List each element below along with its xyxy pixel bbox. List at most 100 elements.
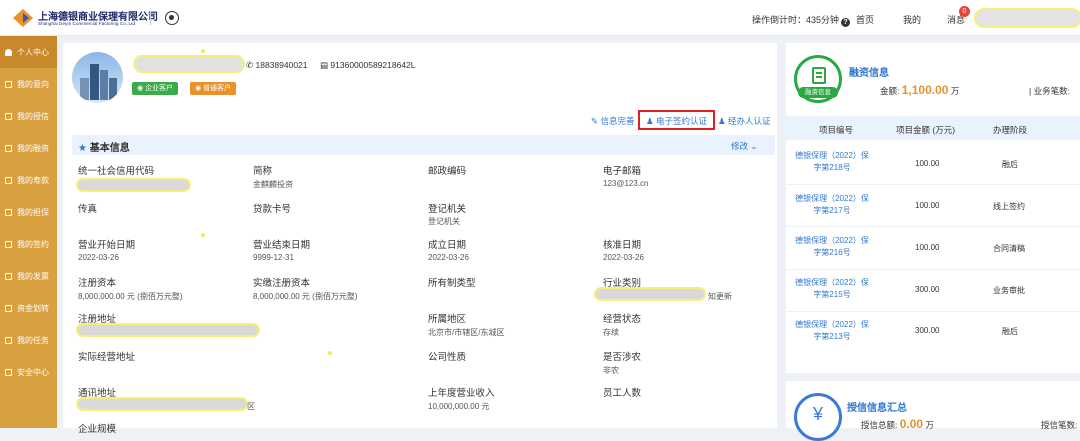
agent-auth-link[interactable]: ♟ 经办人认证	[718, 115, 771, 127]
field-label: 行业类别	[603, 278, 642, 289]
field-label: 实际经营地址	[78, 352, 136, 363]
divider	[150, 11, 151, 25]
sidebar-item-intention[interactable]: 我的意向	[0, 68, 57, 100]
field-label: 登记机关	[428, 204, 467, 215]
help-icon[interactable]: ?	[841, 18, 851, 27]
field-label: 营业开始日期	[78, 240, 136, 251]
field-value: 2022-03-26	[78, 253, 119, 262]
company-info-panel: ✆ 18838940021 ▤ 91360000589218642L ◉ 企业客…	[63, 43, 777, 435]
marker-dot	[328, 351, 332, 355]
field-label: 经营状态	[603, 314, 642, 325]
complete-info-link[interactable]: ✎ 信息完善	[591, 115, 635, 127]
field-label: 统一社会信用代码	[78, 166, 155, 177]
finance-title: 融资信息	[849, 68, 889, 79]
sidebar-item-invoice[interactable]: 我的发票	[0, 260, 57, 292]
field-value: 区	[247, 402, 255, 411]
company-name-en: Shanghai Deyin Commercial Factoring Co.,…	[38, 21, 136, 26]
field-label: 核准日期	[603, 240, 642, 251]
credit-count-label: 授信笔数:	[1041, 420, 1078, 430]
bell-icon	[5, 336, 12, 344]
sidebar-item-signing[interactable]: 我的签约	[0, 228, 57, 260]
field-value-redacted	[596, 289, 704, 299]
edit-icon: ✎	[591, 116, 599, 126]
invoice-icon	[5, 272, 12, 280]
project-link[interactable]: 德银保理（2022）保 字第218号	[789, 150, 875, 174]
section-title: ★ 基本信息	[78, 143, 130, 154]
project-link[interactable]: 德银保理（2022）保 字第215号	[789, 277, 875, 301]
check-icon: ◉	[137, 85, 144, 92]
highlight-box	[638, 110, 715, 130]
field-label: 企业规模	[78, 424, 117, 435]
sidebar-item-repayment[interactable]: 我的寿款	[0, 164, 57, 196]
company-name-redacted	[135, 57, 243, 71]
project-link[interactable]: 德银保理（2022）保 字第213号	[789, 319, 875, 343]
project-link[interactable]: 德银保理（2022）保 字第216号	[789, 235, 875, 259]
credit-panel: ¥ 授信信息汇总 授信总额: 0.00 万 授信笔数:	[786, 381, 1080, 441]
flag-icon	[5, 112, 12, 120]
project-amount: 300.00	[915, 285, 940, 294]
countdown-timer: 操作倒计时：435分钟?	[752, 13, 851, 27]
sidebar-item-credit[interactable]: 我的授信	[0, 100, 57, 132]
user-menu[interactable]	[976, 10, 1080, 26]
user-icon	[5, 48, 12, 56]
document-icon	[5, 80, 12, 88]
field-label: 实缴注册资本	[253, 278, 311, 289]
sidebar-item-guarantee[interactable]: 我的担保	[0, 196, 57, 228]
finance-amount: 金额: 1,100.00 万	[880, 83, 960, 97]
briefcase-icon	[5, 208, 12, 216]
project-amount: 300.00	[915, 326, 940, 335]
seal-icon	[165, 11, 179, 25]
nav-mine[interactable]: 我的	[903, 13, 921, 26]
row-divider	[786, 184, 1080, 185]
row-divider	[786, 269, 1080, 270]
column-header: 项目编号	[819, 125, 854, 135]
field-label: 贷款卡号	[253, 204, 292, 215]
field-label: 注册地址	[78, 314, 117, 325]
field-value: 存续	[603, 328, 619, 337]
field-value: 2022-03-26	[428, 253, 469, 262]
nav-home[interactable]: 首页	[856, 13, 874, 26]
field-value: 北京市/市辖区/东城区	[428, 328, 505, 337]
sidebar-item-transfer[interactable]: 资金划转	[0, 292, 57, 324]
tag-regular: ◉ 普通客户	[190, 82, 237, 95]
sidebar-item-financing[interactable]: 我的融资	[0, 132, 57, 164]
edit-button[interactable]: 修改 ⌄	[731, 140, 758, 152]
row-divider	[786, 311, 1080, 312]
field-label: 员工人数	[603, 388, 642, 399]
project-stage: 线上签约	[993, 202, 1025, 211]
message-badge: 0	[959, 6, 970, 17]
project-stage: 融后	[1002, 327, 1018, 336]
field-value: 123@123.cn	[603, 179, 649, 188]
field-label: 营业结束日期	[253, 240, 311, 251]
column-header: 办理阶段	[993, 125, 1028, 135]
field-label: 注册资本	[78, 278, 117, 289]
field-label: 传真	[78, 204, 98, 215]
sidebar: 个人中心 我的意向 我的授信 我的融资 我的寿款 我的担保 我的签约 我的发票 …	[0, 36, 57, 428]
field-value: 2022-03-26	[603, 253, 644, 262]
field-label: 所属地区	[428, 314, 467, 325]
wallet-icon	[5, 304, 12, 312]
finance-count-label: | 业务笔数:	[1029, 86, 1070, 96]
row-divider	[786, 226, 1080, 227]
sidebar-item-security[interactable]: 安全中心	[0, 356, 57, 388]
finance-icon: 融资信息	[794, 55, 842, 103]
top-bar: 上海德银商业保理有限公司 Shanghai Deyin Commercial F…	[0, 0, 1080, 36]
project-link[interactable]: 德银保理（2022）保 字第217号	[789, 193, 875, 217]
field-value: 9999-12-31	[253, 253, 294, 262]
yuan-icon: ¥	[794, 393, 842, 441]
field-value: 8,000,000.00 元 (捌佰万元整)	[78, 292, 183, 301]
tag-enterprise: ◉ 企业客户	[132, 82, 179, 95]
field-label: 通讯地址	[78, 388, 117, 399]
project-amount: 100.00	[915, 243, 940, 252]
credit-id: ▤ 91360000589218642L	[320, 60, 416, 70]
user-icon: ♟	[718, 116, 726, 126]
flag-icon	[5, 368, 12, 376]
check-icon: ◉	[195, 85, 202, 92]
finance-panel: 融资信息 融资信息 金额: 1,100.00 万 | 业务笔数: 项目编号 项目…	[786, 43, 1080, 373]
field-label: 公司性质	[428, 352, 467, 363]
briefcase-icon	[5, 144, 12, 152]
sidebar-item-personal-center[interactable]: 个人中心	[0, 36, 57, 68]
column-header: 项目金额 (万元)	[896, 125, 956, 135]
marker-dot	[201, 233, 205, 237]
sidebar-item-tasks[interactable]: 我的任务	[0, 324, 57, 356]
